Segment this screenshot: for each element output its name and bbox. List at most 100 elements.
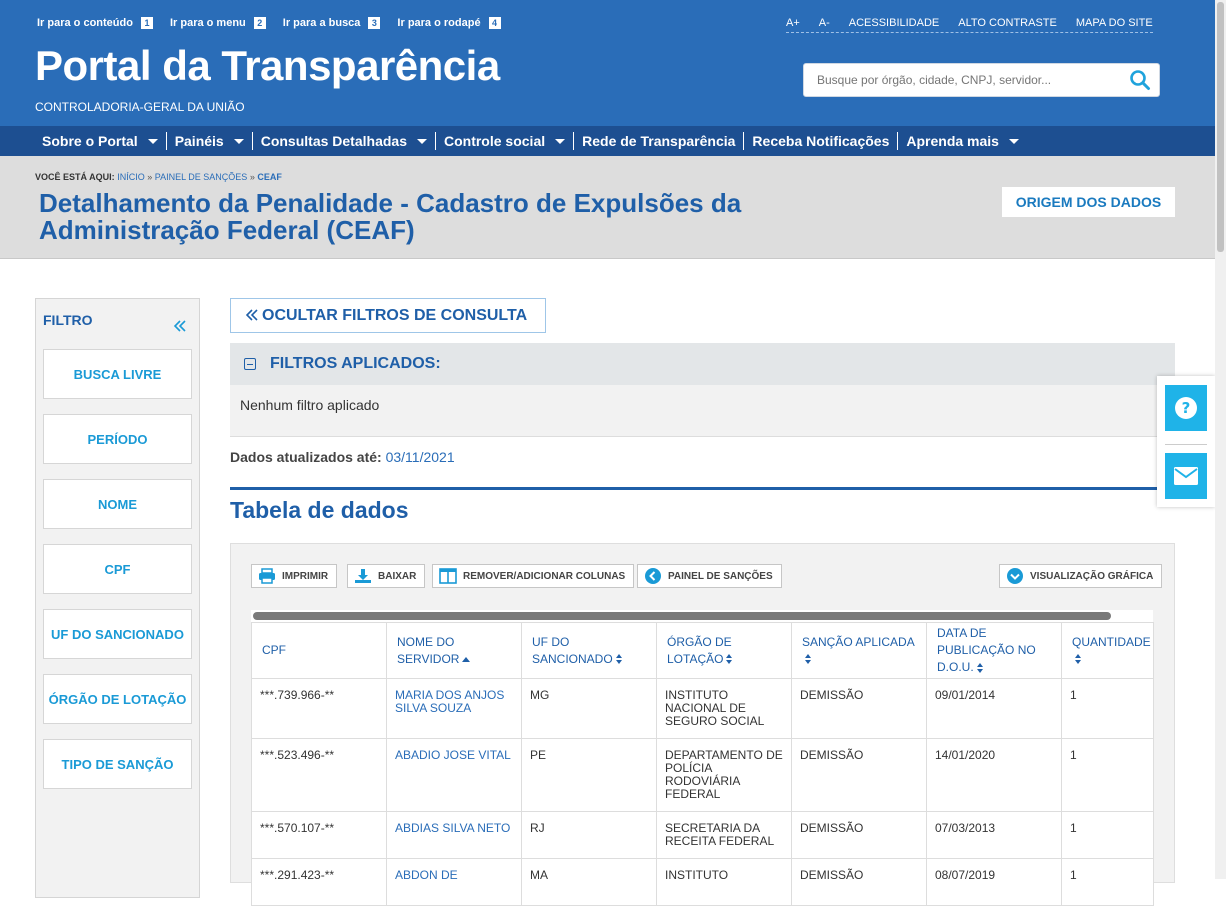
cell-uf: MA — [521, 858, 657, 906]
cell-cpf: ***.570.107-** — [251, 811, 387, 859]
header-label: SANÇÃO APLICADA — [802, 634, 915, 649]
cell-nome-link[interactable]: ABDIAS SILVA NETO — [386, 811, 522, 859]
sort-icon — [1075, 654, 1082, 665]
filter-tipo-sancao[interactable]: TIPO DE SANÇÃO — [43, 739, 192, 789]
filter-uf-sancionado[interactable]: UF DO SANCIONADO — [43, 609, 192, 659]
sort-asc-icon — [462, 656, 471, 662]
page-scrollbar[interactable] — [1215, 0, 1226, 879]
search-icon[interactable] — [1129, 69, 1151, 91]
skip-link-label: Ir para a busca — [282, 17, 361, 29]
filter-cpf[interactable]: CPF — [43, 544, 192, 594]
col-header-orgao[interactable]: ÓRGÃO DE LOTAÇÃO — [656, 622, 792, 679]
accessibility-link[interactable]: ACESSIBILIDADE — [849, 17, 939, 29]
skip-link-label: Ir para o menu — [169, 17, 246, 29]
cell-sancao: DEMISSÃO — [791, 738, 927, 812]
search-input[interactable] — [804, 64, 1114, 96]
painel-sancoes-label: PAINEL DE SANÇÕES — [668, 570, 773, 582]
site-logo-title[interactable]: Portal da Transparência — [35, 42, 500, 90]
horizontal-scrollbar-thumb[interactable] — [253, 612, 1111, 620]
header-label: ÓRGÃO DE LOTAÇÃO — [667, 634, 732, 666]
filter-busca-livre[interactable]: BUSCA LIVRE — [43, 349, 192, 399]
download-button[interactable]: BAIXAR — [347, 564, 426, 588]
nav-aprenda-mais[interactable]: Aprenda mais — [898, 132, 1027, 150]
nav-paineis[interactable]: Painéis — [167, 132, 253, 150]
contact-button[interactable] — [1165, 453, 1207, 499]
nav-label: Receba Notificações — [752, 133, 890, 149]
chevron-down-icon — [416, 138, 427, 144]
font-decrease-link[interactable]: A- — [819, 17, 830, 29]
site-subtitle: CONTROLADORIA-GERAL DA UNIÃO — [35, 100, 245, 114]
origem-dos-dados-button[interactable]: ORIGEM DOS DADOS — [1002, 187, 1175, 217]
visualizacao-grafica-button[interactable]: VISUALIZAÇÃO GRÁFICA — [999, 564, 1163, 588]
accessibility-links: A+ A- ACESSIBILIDADE ALTO CONTRASTE MAPA… — [786, 17, 1153, 33]
high-contrast-link[interactable]: ALTO CONTRASTE — [958, 17, 1057, 29]
cell-sancao: DEMISSÃO — [791, 678, 927, 739]
nav-label: Sobre o Portal — [42, 133, 138, 149]
cell-nome-link[interactable]: ABDON DE — [386, 858, 522, 906]
chevron-down-circle-icon — [1007, 568, 1023, 584]
nav-label: Controle social — [443, 133, 546, 149]
updated-label: Dados atualizados até: — [230, 449, 382, 465]
cell-sancao: DEMISSÃO — [791, 811, 927, 859]
cell-quantidade: 1 — [1061, 811, 1154, 859]
header-label: CPF — [262, 643, 286, 657]
header-label: NOME DO SERVIDOR — [397, 634, 460, 666]
nav-controle-social[interactable]: Controle social — [436, 132, 575, 150]
nav-sobre-o-portal[interactable]: Sobre o Portal — [34, 132, 167, 150]
cell-orgao: INSTITUTO NACIONAL DE SEGURO SOCIAL — [656, 678, 792, 739]
cell-data: 08/07/2019 — [926, 858, 1062, 906]
table-row: ***.570.107-** ABDIAS SILVA NETO RJ SECR… — [251, 811, 1154, 859]
col-header-uf[interactable]: UF DO SANCIONADO — [521, 622, 657, 679]
data-updated: Dados atualizados até: 03/11/2021 — [230, 449, 455, 465]
envelope-icon — [1174, 467, 1198, 485]
nav-rede-de-transparencia[interactable]: Rede de Transparência — [574, 132, 745, 150]
breadcrumb-item-inicio[interactable]: INÍCIO — [117, 172, 145, 182]
table-row: ***.523.496-** ABADIO JOSE VITAL PE DEPA… — [251, 738, 1154, 812]
collapse-minus-icon[interactable] — [244, 358, 256, 370]
table-panel: IMPRIMIR BAIXAR REMOVER/ADICIONAR COLUNA… — [230, 543, 1175, 906]
skip-link-menu[interactable]: Ir para o menu 2 — [170, 17, 266, 29]
data-table: CPF NOME DO SERVIDOR UF DO SANCIONADO ÓR… — [251, 622, 1154, 906]
col-header-data[interactable]: DATA DE PUBLICAÇÃO NO D.O.U. — [926, 622, 1062, 679]
cell-quantidade: 1 — [1061, 738, 1154, 812]
painel-sancoes-button[interactable]: PAINEL DE SANÇÕES — [637, 564, 782, 588]
col-header-nome[interactable]: NOME DO SERVIDOR — [386, 622, 522, 679]
sitemap-link[interactable]: MAPA DO SITE — [1076, 17, 1153, 29]
page-scrollbar-thumb[interactable] — [1217, 2, 1224, 252]
filter-periodo[interactable]: PERÍODO — [43, 414, 192, 464]
col-header-sancao[interactable]: SANÇÃO APLICADA — [791, 622, 927, 679]
updated-date: 03/11/2021 — [385, 449, 455, 465]
columns-button[interactable]: REMOVER/ADICIONAR COLUNAS — [432, 564, 635, 588]
col-header-quantidade[interactable]: QUANTIDADE — [1061, 622, 1154, 679]
download-label: BAIXAR — [378, 570, 417, 582]
help-button[interactable]: ? — [1165, 385, 1207, 431]
chevron-down-icon — [233, 138, 244, 144]
cell-nome-link[interactable]: ABADIO JOSE VITAL — [386, 738, 522, 812]
font-increase-link[interactable]: A+ — [786, 17, 800, 29]
filter-orgao-lotacao[interactable]: ÓRGÃO DE LOTAÇÃO — [43, 674, 192, 724]
visualizacao-grafica-label: VISUALIZAÇÃO GRÁFICA — [1030, 570, 1154, 582]
print-button[interactable]: IMPRIMIR — [251, 564, 338, 588]
skip-link-content[interactable]: Ir para o conteúdo 1 — [37, 17, 153, 29]
header-label: QUANTIDADE — [1072, 634, 1151, 649]
page-title: Detalhamento da Penalidade - Cadastro de… — [39, 188, 742, 245]
cell-cpf: ***.739.966-** — [251, 678, 387, 739]
double-chevron-left-icon[interactable] — [173, 319, 187, 333]
skip-link-footer[interactable]: Ir para o rodapé 4 — [397, 17, 501, 29]
nav-consultas-detalhadas[interactable]: Consultas Detalhadas — [253, 132, 436, 150]
sort-icon — [615, 654, 623, 665]
skip-key-badge: 2 — [253, 17, 266, 29]
arrow-left-circle-icon — [645, 568, 661, 584]
cell-uf: MG — [521, 678, 657, 739]
applied-filters-header[interactable]: FILTROS APLICADOS: — [230, 343, 1175, 385]
hide-filters-button[interactable]: OCULTAR FILTROS DE CONSULTA — [230, 298, 546, 333]
col-header-cpf[interactable]: CPF — [251, 622, 387, 679]
applied-filters-title: FILTROS APLICADOS: — [270, 355, 441, 372]
breadcrumb-item-painel[interactable]: PAINEL DE SANÇÕES — [155, 172, 248, 182]
nav-receba-notificacoes[interactable]: Receba Notificações — [744, 132, 899, 150]
filter-nome[interactable]: NOME — [43, 479, 192, 529]
breadcrumb-separator: » — [249, 172, 255, 182]
cell-nome-link[interactable]: MARIA DOS ANJOS SILVA SOUZA — [386, 678, 522, 739]
skip-link-search[interactable]: Ir para a busca 3 — [283, 17, 381, 29]
cell-orgao: INSTITUTO — [656, 858, 792, 906]
